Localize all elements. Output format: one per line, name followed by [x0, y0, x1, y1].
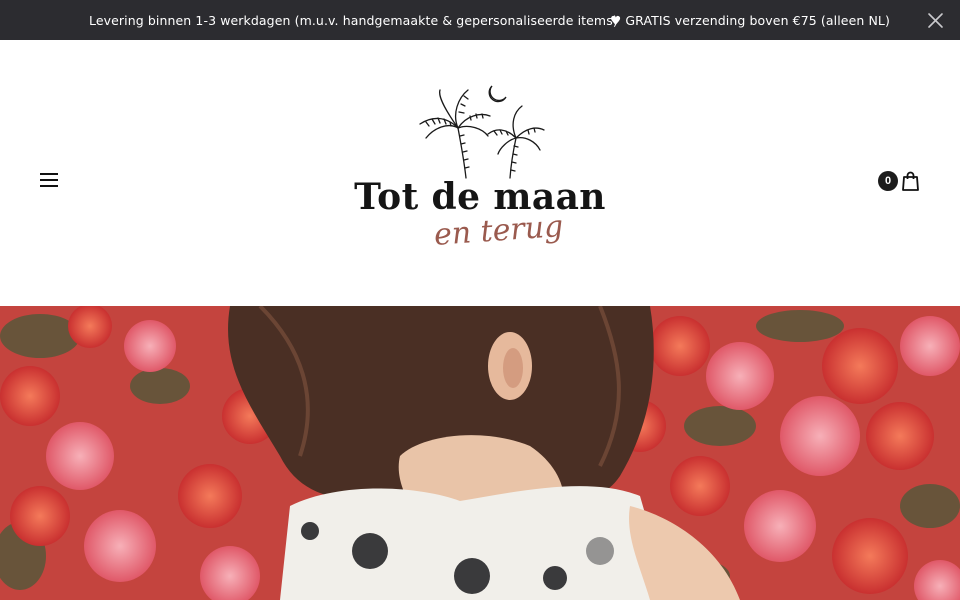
logo-script: en terug [432, 208, 565, 253]
site-header: Tot de maan en terug 0 [0, 40, 960, 306]
close-icon[interactable] [927, 12, 944, 29]
logo-title: Tot de maan [354, 176, 606, 218]
cart-button[interactable]: 0 [876, 168, 922, 194]
shopping-bag-icon [902, 171, 919, 191]
hamburger-menu-icon[interactable] [40, 173, 58, 187]
announcement-delivery: Levering binnen 1-3 werkdagen (m.u.v. ha… [89, 13, 618, 28]
announcement-bar: Levering binnen 1-3 werkdagen (m.u.v. ha… [0, 0, 960, 40]
cart-count-badge: 0 [878, 171, 898, 191]
palm-trees-moon-icon [419, 85, 545, 179]
hero-image[interactable] [0, 306, 960, 600]
announcement-free-shipping: ♥ GRATIS verzending boven €75 (alleen NL… [610, 13, 890, 28]
store-logo[interactable]: Tot de maan en terug [340, 80, 620, 276]
